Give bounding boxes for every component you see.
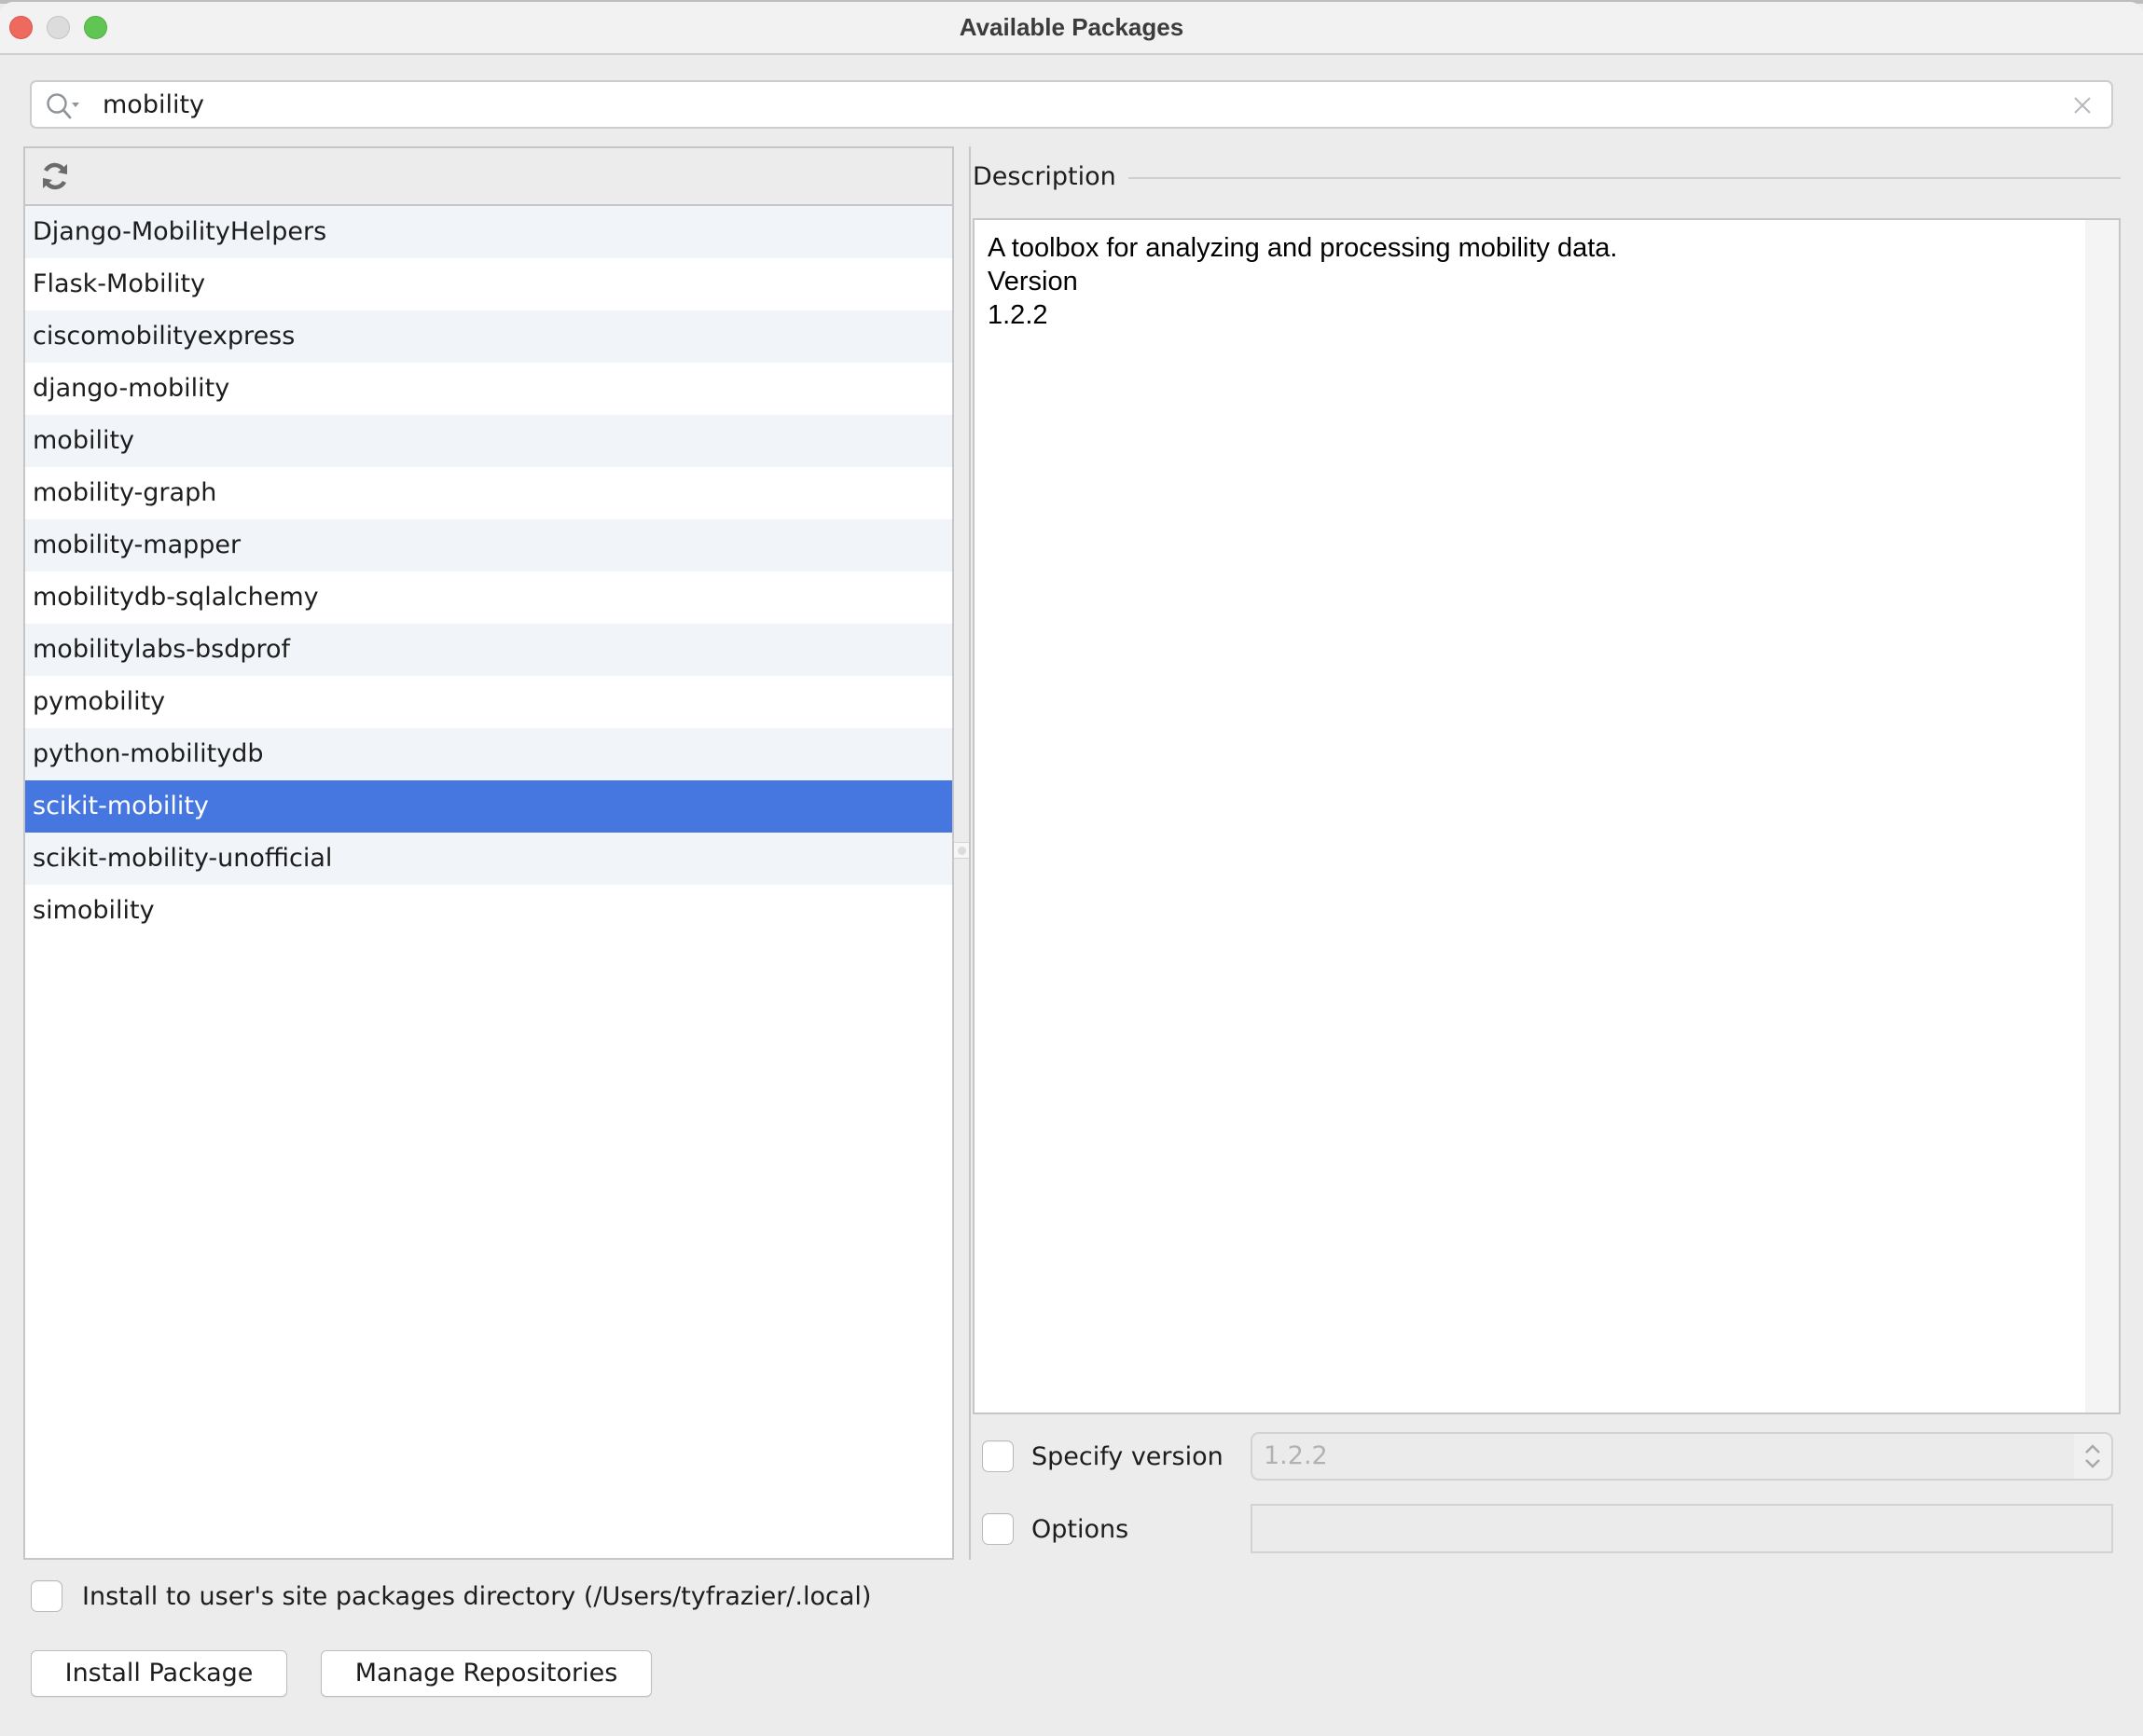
package-list-item[interactable]: scikit-mobility <box>25 780 952 833</box>
list-toolbar <box>25 148 952 206</box>
package-list-item[interactable]: Django-MobilityHelpers <box>25 206 952 258</box>
package-list-item[interactable]: django-mobility <box>25 363 952 415</box>
specify-version-label: Specify version <box>1031 1442 1224 1471</box>
version-select-value: 1.2.2 <box>1264 1441 1328 1470</box>
install-to-user-label: Install to user's site packages director… <box>82 1582 872 1611</box>
package-list-item[interactable]: pymobility <box>25 676 952 728</box>
splitter-handle[interactable] <box>954 842 969 859</box>
window-title: Available Packages <box>959 13 1184 41</box>
package-list-item[interactable]: python-mobilitydb <box>25 728 952 780</box>
install-to-user-checkbox[interactable] <box>31 1580 62 1612</box>
description-summary: A toolbox for analyzing and processing m… <box>988 233 1618 263</box>
package-list-item[interactable]: simobility <box>25 885 952 937</box>
panel-splitter[interactable] <box>954 146 971 1560</box>
refresh-icon[interactable] <box>38 159 72 193</box>
description-text: A toolbox for analyzing and processing m… <box>988 231 1617 332</box>
description-textarea[interactable]: A toolbox for analyzing and processing m… <box>973 218 2121 1414</box>
search-box[interactable] <box>30 80 2113 129</box>
search-icon[interactable] <box>45 91 86 121</box>
options-input[interactable] <box>1251 1504 2113 1553</box>
package-list-item[interactable]: ciscomobilityexpress <box>25 310 952 363</box>
install-package-button[interactable]: Install Package <box>31 1650 287 1697</box>
package-list: Django-MobilityHelpers Flask-Mobility cisc… <box>25 206 952 937</box>
manage-repositories-button[interactable]: Manage Repositories <box>321 1650 652 1697</box>
description-version-label: Version <box>988 267 1078 296</box>
specify-version-checkbox[interactable] <box>982 1440 1014 1472</box>
package-list-item[interactable]: mobility-graph <box>25 467 952 519</box>
package-list-item[interactable]: scikit-mobility-unofficial <box>25 833 952 885</box>
options-label: Options <box>1031 1515 1129 1544</box>
clear-search-icon[interactable] <box>2070 93 2095 117</box>
package-list-item[interactable]: mobility <box>25 415 952 467</box>
options-checkbox[interactable] <box>982 1513 1014 1545</box>
description-version-value: 1.2.2 <box>988 300 1048 330</box>
search-input[interactable] <box>103 82 2024 127</box>
title-bar: Available Packages <box>0 2 2143 55</box>
package-list-item[interactable]: mobility-mapper <box>25 519 952 572</box>
description-scrollbar[interactable] <box>2085 220 2119 1412</box>
version-select[interactable]: 1.2.2 <box>1251 1432 2113 1481</box>
package-list-item[interactable]: mobilitydb-sqlalchemy <box>25 572 952 624</box>
package-list-panel: Django-MobilityHelpers Flask-Mobility cisc… <box>23 146 954 1560</box>
description-label: Description <box>973 162 1116 191</box>
description-separator <box>1128 177 2121 179</box>
package-list-item[interactable]: Flask-Mobility <box>25 258 952 310</box>
package-list-item[interactable]: mobilitylabs-bsdprof <box>25 624 952 676</box>
chevron-up-down-icon[interactable] <box>2074 1434 2111 1479</box>
